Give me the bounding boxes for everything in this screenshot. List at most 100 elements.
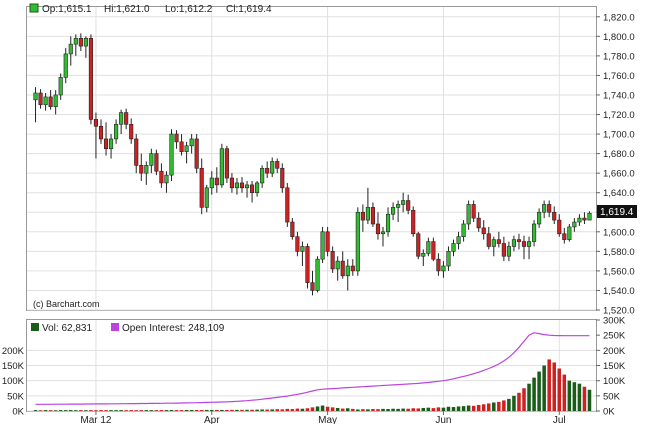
volume-legend-vol: Vol: 62,831 xyxy=(42,323,92,334)
volume-left-tick-label: 0K xyxy=(12,407,24,418)
volume-bar xyxy=(174,410,179,411)
x-tick-label: Jun xyxy=(435,415,451,424)
volume-bar xyxy=(300,408,305,411)
watermark: (c) Barchart.com xyxy=(33,299,100,309)
legend-swatch-vol xyxy=(31,323,39,331)
candle-body xyxy=(391,207,396,215)
volume-left-tick-label: 200K xyxy=(2,346,25,357)
volume-bar xyxy=(270,409,274,411)
volume-bar xyxy=(532,377,536,411)
volume-bar xyxy=(542,365,546,411)
volume-bar xyxy=(295,408,300,411)
oi-right-tick-label: 0K xyxy=(603,407,615,418)
volume-bar xyxy=(169,410,174,411)
candle-body xyxy=(335,260,340,270)
volume-bar xyxy=(330,407,335,411)
volume-bar xyxy=(315,406,320,411)
ohlc-high: Hi:1,621.0 xyxy=(104,4,150,15)
candle-body xyxy=(537,211,542,225)
candle-body xyxy=(300,246,305,252)
volume-legend-oi: Open Interest: 248,109 xyxy=(122,323,225,334)
price-panel xyxy=(26,6,597,311)
candle-body xyxy=(552,211,557,221)
volume-bar xyxy=(396,408,400,411)
candle-body xyxy=(526,241,532,247)
candle-body xyxy=(471,204,476,219)
volume-bar xyxy=(572,382,577,411)
volume-bar xyxy=(582,386,587,411)
volume-bar xyxy=(426,407,431,411)
volume-bar xyxy=(53,410,58,411)
chart-svg: 1,820.0 1,800.0 1,780.0 1,760.0 1,740.0 1,720… xyxy=(2,3,637,426)
volume-bar xyxy=(486,403,491,411)
volume-bar xyxy=(476,404,481,411)
candle-body xyxy=(280,167,285,189)
candle-body xyxy=(365,207,370,221)
volume-bar xyxy=(134,410,139,411)
candle-body xyxy=(426,241,431,254)
volume-bar xyxy=(537,371,541,411)
volume-bar xyxy=(522,388,526,411)
last-price-label: 1,619.4 xyxy=(600,207,634,218)
volume-bar xyxy=(210,409,214,411)
candle-body xyxy=(260,167,265,184)
candle-body xyxy=(345,265,350,277)
candle-body xyxy=(511,239,517,247)
volume-bar xyxy=(406,408,410,411)
volume-bar xyxy=(69,410,73,411)
volume-bar xyxy=(421,407,426,411)
candle-body xyxy=(129,123,134,140)
price-tick-label: 1,800.0 xyxy=(603,32,635,43)
candle-body xyxy=(587,212,592,221)
volume-bar xyxy=(119,410,123,411)
volume-bar xyxy=(245,409,249,411)
candle-body xyxy=(285,187,290,223)
volume-bar xyxy=(466,405,471,411)
candle-body xyxy=(521,241,527,247)
volume-bar xyxy=(502,400,506,411)
volume-bar xyxy=(481,404,486,411)
price-tick-label: 1,600.0 xyxy=(603,227,635,238)
volume-bar xyxy=(280,409,285,411)
x-axis: Mar 12AprMayJunJulAug xyxy=(80,411,566,426)
volume-bar xyxy=(562,374,567,411)
volume-bar xyxy=(33,410,38,411)
volume-bar xyxy=(260,409,264,411)
candle-body xyxy=(370,207,375,225)
volume-bar xyxy=(547,359,551,411)
volume-bar xyxy=(366,409,370,411)
candle-body xyxy=(149,153,154,166)
candle-body xyxy=(476,217,481,229)
volume-bar xyxy=(265,409,269,411)
candle-body xyxy=(547,204,552,213)
candle-body xyxy=(48,96,53,107)
volume-bar xyxy=(340,408,345,411)
volume-bar xyxy=(159,410,164,411)
candle-body xyxy=(68,43,73,55)
volume-bar xyxy=(386,409,390,411)
volume-bar xyxy=(456,406,461,411)
volume-bar xyxy=(451,407,456,411)
volume-bar xyxy=(220,409,224,411)
volume-bar xyxy=(411,408,415,411)
candle-body xyxy=(239,182,245,189)
candle-body xyxy=(461,223,466,237)
candle-body xyxy=(401,200,406,205)
candle-body xyxy=(310,282,315,291)
volume-bar xyxy=(371,409,375,411)
candle-body xyxy=(38,92,43,106)
candle-body xyxy=(355,211,360,272)
candle-body xyxy=(421,253,426,257)
volume-bar xyxy=(94,410,98,411)
candle-body xyxy=(491,239,496,247)
candle-body xyxy=(93,119,99,127)
candle-body xyxy=(416,233,421,257)
volume-bar xyxy=(401,408,405,411)
candle-body xyxy=(250,184,255,194)
price-tick-label: 1,820.0 xyxy=(603,12,635,23)
candle-body xyxy=(496,239,501,244)
candle-body xyxy=(486,233,491,247)
volume-bar xyxy=(79,410,83,411)
volume-bar xyxy=(345,408,350,411)
volume-bar xyxy=(250,409,254,411)
